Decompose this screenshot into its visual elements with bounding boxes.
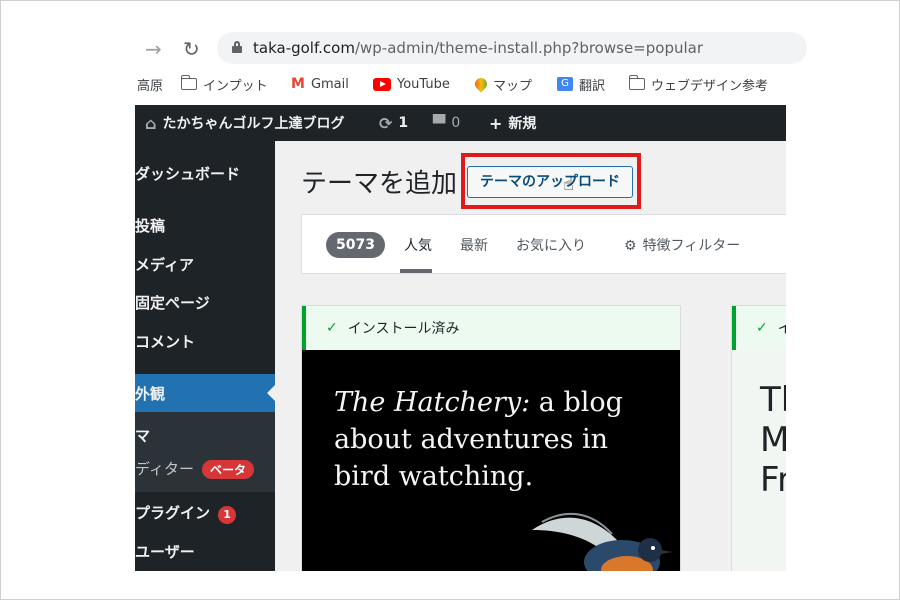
admin-sidebar: ダッシュボード 投稿 メディア 固定ページ コメント 外観 マ ディター ベータ … — [135, 141, 275, 571]
theme-card-hatchery[interactable]: ✓ インストール済み The Hatchery: a blog about ad… — [301, 305, 681, 571]
comments-link[interactable]: ▀ 0 — [433, 105, 460, 141]
updates-icon: ⟳ — [379, 113, 393, 133]
active-tab-underline — [400, 269, 432, 273]
youtube-icon — [373, 77, 391, 91]
bookmark-label: マップ — [493, 78, 533, 94]
comment-bubble-icon: ▀ — [433, 113, 446, 133]
tab-latest[interactable]: 最新 — [460, 235, 488, 255]
url-text: taka-golf.com/wp-admin/theme-install.php… — [253, 39, 703, 57]
plugins-update-badge: 1 — [218, 506, 237, 524]
theme-screenshot-2: Tl M Fr — [732, 350, 786, 571]
red-highlight-box — [461, 153, 641, 209]
bird-illustration — [532, 512, 672, 571]
sidebar-item-plugins-label: プラグイン — [135, 504, 211, 522]
new-label: 新規 — [508, 116, 537, 132]
installed-notice-2: ✓ イ — [732, 306, 786, 350]
sidebar-item-posts[interactable]: 投稿 — [135, 215, 165, 236]
bookmark-label: インプット — [203, 78, 268, 94]
browser-chrome: → ↻ taka-golf.com/wp-admin/theme-install… — [135, 29, 807, 105]
theme-filter-bar: 5073 人気 最新 お気に入り ⚙ 特徴フィルター — [301, 214, 786, 274]
theme-screenshot: The Hatchery: a blog about adventures in… — [302, 350, 680, 571]
sidebar-subitem-themes[interactable]: マ — [135, 425, 150, 446]
sidebar-item-plugins[interactable]: プラグイン 1 — [135, 502, 237, 524]
lock-icon[interactable] — [232, 41, 242, 53]
page-title: テーマを追加 — [301, 169, 458, 199]
bookmark-label: Gmail — [310, 76, 349, 92]
sidebar-item-users[interactable]: ユーザー — [135, 541, 195, 562]
bookmark-label: 翻訳 — [579, 78, 606, 94]
sidebar-item-pages[interactable]: 固定ページ — [135, 292, 210, 313]
theme-count-badge: 5073 — [326, 232, 385, 258]
gear-icon: ⚙ — [624, 238, 637, 254]
forward-arrow-icon[interactable]: → — [145, 39, 162, 59]
sidebar-submenu — [135, 412, 275, 492]
main-content: テーマを追加 テーマのアップロード ☝ 5073 人気 最新 お気に入り ⚙ 特徴… — [275, 141, 786, 571]
address-bar[interactable]: taka-golf.com/wp-admin/theme-install.php… — [217, 32, 807, 64]
bookmark-translate[interactable]: G 翻訳 — [557, 73, 605, 95]
updates-count: 1 — [398, 115, 409, 131]
bookmark-kogen[interactable]: 高原 — [137, 73, 163, 95]
bookmark-input[interactable]: インプット — [180, 73, 268, 95]
theme-preview-italic: The Hatchery: — [334, 387, 531, 418]
theme-preview-heading-2: Tl M Fr — [760, 380, 786, 500]
comments-count: 0 — [451, 115, 461, 131]
new-content-link[interactable]: + 新規 — [489, 105, 536, 141]
sidebar-subitem-editor-label: ディター — [135, 460, 194, 478]
sidebar-item-appearance[interactable]: 外観 — [135, 383, 165, 404]
tab-popular[interactable]: 人気 — [404, 235, 432, 255]
hand-cursor-icon: ☝ — [563, 174, 574, 195]
folder-icon — [628, 75, 645, 90]
updates-link[interactable]: ⟳ 1 — [379, 105, 408, 141]
sidebar-item-dashboard[interactable]: ダッシュボード — [135, 163, 240, 184]
gmail-icon: M — [291, 76, 305, 92]
checkmark-icon: ✓ — [756, 320, 768, 336]
reload-icon[interactable]: ↻ — [183, 39, 200, 59]
bookmark-label: ウェブデザイン参考 — [651, 78, 769, 94]
bookmark-label: 高原 — [137, 78, 164, 94]
installed-label: インストール済み — [347, 321, 460, 337]
sidebar-item-comments[interactable]: コメント — [135, 331, 195, 352]
feature-filter-button[interactable]: ⚙ 特徴フィルター — [624, 235, 740, 255]
bookmarks-bar: 高原 インプット M Gmail YouTube マップ G 翻訳 ウェブデザイン参… — [135, 73, 786, 95]
bookmark-youtube[interactable]: YouTube — [373, 73, 450, 95]
wp-admin-bar: ⌂ たかちゃんゴルフ上達ブログ ⟳ 1 ▀ 0 + 新規 — [135, 105, 786, 141]
bookmark-maps[interactable]: マップ — [472, 73, 533, 95]
site-name-link[interactable]: ⌂ たかちゃんゴルフ上達ブログ — [145, 105, 344, 141]
tab-favorites[interactable]: お気に入り — [516, 235, 586, 255]
url-host: taka-golf.com — [253, 39, 355, 57]
plus-icon: + — [489, 113, 503, 133]
bookmark-label: YouTube — [397, 76, 450, 92]
theme-preview-heading: The Hatchery: a blog about adventures in… — [334, 384, 654, 495]
beta-badge: ベータ — [201, 460, 254, 479]
theme-card-second[interactable]: ✓ イ Tl M Fr — [731, 305, 786, 571]
translate-icon: G — [557, 77, 573, 91]
installed-label-fragment: イ — [777, 321, 786, 337]
bookmark-gmail[interactable]: M Gmail — [291, 73, 349, 95]
sidebar-subitem-editor[interactable]: ディター ベータ — [135, 458, 254, 479]
maps-icon — [472, 75, 490, 93]
bookmark-web-design[interactable]: ウェブデザイン参考 — [628, 73, 769, 95]
checkmark-icon: ✓ — [326, 320, 338, 336]
installed-notice: ✓ インストール済み — [302, 306, 680, 350]
feature-filter-label: 特徴フィルター — [642, 238, 741, 254]
url-path: /wp-admin/theme-install.php?browse=popul… — [354, 39, 703, 57]
home-icon: ⌂ — [145, 113, 157, 133]
screenshot-frame: → ↻ taka-golf.com/wp-admin/theme-install… — [0, 0, 900, 600]
folder-icon — [180, 75, 197, 90]
site-name: たかちゃんゴルフ上達ブログ — [162, 116, 345, 132]
sidebar-item-media[interactable]: メディア — [135, 254, 194, 275]
